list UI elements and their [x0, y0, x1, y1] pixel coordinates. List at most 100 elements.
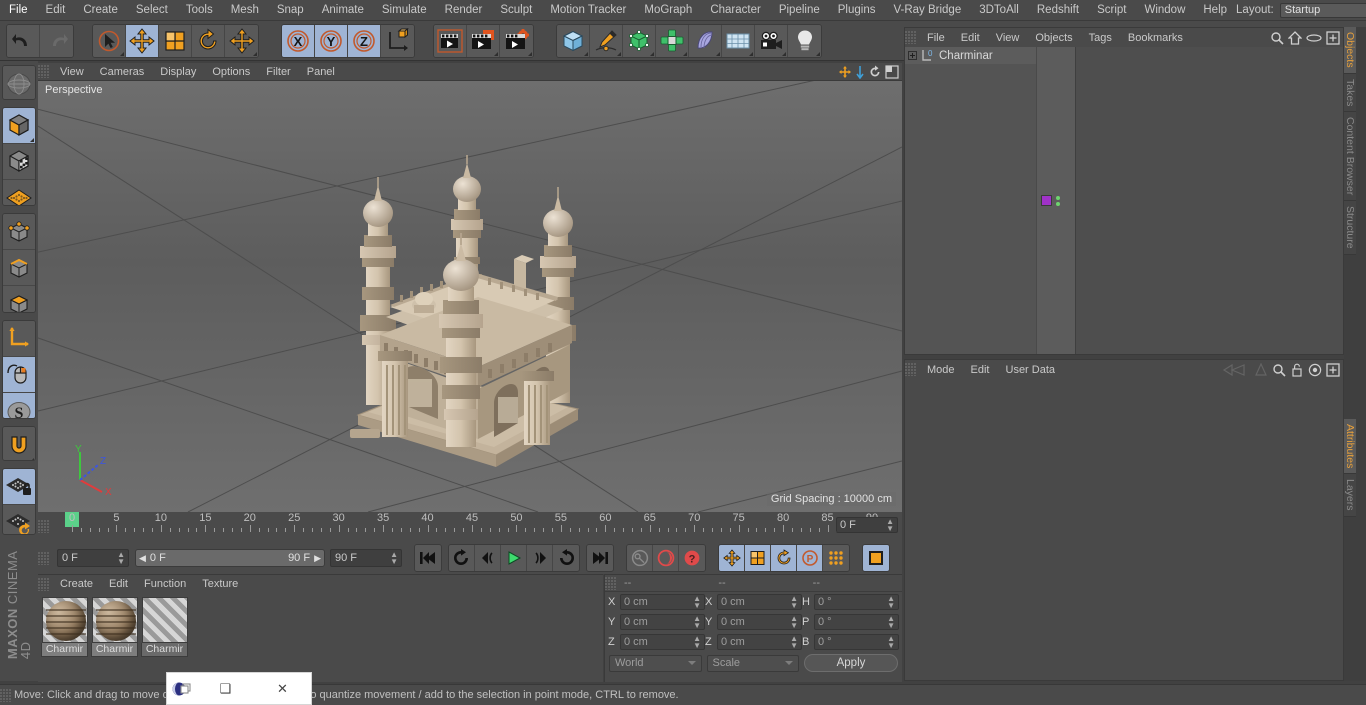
object-menu-edit[interactable]: Edit [953, 28, 988, 47]
world-object-axis-button[interactable] [381, 24, 414, 57]
3d-viewport[interactable]: Perspective Y X Z Grid Spacing: 10000 c… [38, 81, 902, 512]
spinner-arrows-icon[interactable]: ▲ ▼ [693, 595, 701, 610]
object-row-charminar[interactable]: 0 Charminar [905, 47, 1036, 64]
mograph-cloner-button[interactable] [656, 24, 689, 57]
workplane-mode-button[interactable] [3, 179, 35, 206]
current-frame-field[interactable]: 0 F ▲ ▼ [57, 549, 129, 567]
menu-sculpt[interactable]: Sculpt [491, 0, 541, 20]
range-left-arrow-icon[interactable]: ◀ [139, 553, 146, 564]
panel-grip[interactable] [905, 363, 916, 376]
menu-plugins[interactable]: Plugins [829, 0, 885, 20]
tab-structure[interactable]: Structure [1344, 201, 1356, 255]
live-selection-tool-button[interactable] [93, 24, 126, 57]
undo-button[interactable] [7, 24, 40, 57]
material-preview[interactable] [91, 597, 138, 643]
attribute-menu-mode[interactable]: Mode [919, 360, 963, 379]
menu-window[interactable]: Window [1135, 0, 1194, 20]
scale-key-toggle[interactable] [745, 545, 771, 571]
play-forward-button[interactable] [501, 545, 527, 571]
maximize-button[interactable]: ❑ [197, 681, 254, 697]
object-menu-objects[interactable]: Objects [1027, 28, 1080, 47]
viewport-menu-options[interactable]: Options [204, 63, 258, 80]
spline-pen-button[interactable] [590, 24, 623, 57]
light-object-button[interactable] [788, 24, 821, 57]
panel-grip[interactable] [0, 688, 11, 702]
position-x-input[interactable]: 0 cm ▲ ▼ [620, 594, 705, 610]
position-z-input[interactable]: 0 cm ▲ ▼ [620, 634, 705, 650]
coordinate-system-dropdown[interactable]: World [609, 654, 702, 672]
preview-range-slider[interactable]: ◀ 0 F 90 F ▶ [135, 549, 325, 567]
menu-character[interactable]: Character [701, 0, 770, 20]
menu-file[interactable]: File [0, 0, 37, 20]
scale-panel-icon[interactable] [855, 65, 865, 79]
menu-snap[interactable]: Snap [268, 0, 313, 20]
viewport-menu-filter[interactable]: Filter [258, 63, 298, 80]
expand-collapse-icon[interactable] [908, 51, 917, 60]
menu-edit[interactable]: Edit [37, 0, 75, 20]
scale-tool-button[interactable] [159, 24, 192, 57]
loop-playback-button[interactable] [553, 545, 579, 571]
axis-x-button[interactable]: X [282, 24, 315, 57]
size-z-input[interactable]: 0 cm ▲ ▼ [717, 634, 802, 650]
camera-object-button[interactable] [755, 24, 788, 57]
point-level-animation-toggle[interactable] [823, 545, 849, 571]
spinner-arrows-icon[interactable]: ▲ ▼ [693, 635, 701, 650]
timeline-current-frame-field[interactable]: 0 F ▲ ▼ [836, 517, 898, 533]
enable-axis-button[interactable] [3, 356, 35, 393]
planar-workplane-button[interactable] [3, 504, 35, 534]
model-mode-button[interactable] [3, 107, 35, 144]
axis-z-button[interactable]: Z [348, 24, 381, 57]
menu-simulate[interactable]: Simulate [373, 0, 436, 20]
panel-grip[interactable] [38, 577, 49, 591]
max-frame-field[interactable]: 90 F ▲ ▼ [330, 549, 402, 567]
move-tool-button[interactable] [126, 24, 159, 57]
material-preview[interactable] [141, 597, 188, 643]
object-menu-view[interactable]: View [988, 28, 1028, 47]
spinner-arrows-icon[interactable]: ▲ ▼ [887, 595, 895, 610]
soft-selection-button[interactable]: S [3, 392, 35, 419]
eye-icon[interactable] [1306, 31, 1322, 45]
menu-script[interactable]: Script [1088, 0, 1135, 20]
rotation-p-input[interactable]: 0 ° ▲ ▼ [814, 614, 899, 630]
object-menu-bookmarks[interactable]: Bookmarks [1120, 28, 1191, 47]
range-right-arrow-icon[interactable]: ▶ [314, 553, 321, 564]
search-icon[interactable] [1270, 31, 1284, 45]
tab-objects[interactable]: Objects [1344, 27, 1356, 74]
search-icon[interactable] [1272, 363, 1286, 377]
texture-mode-button[interactable] [3, 143, 35, 180]
go-to-end-button[interactable] [587, 545, 613, 571]
panel-grip[interactable] [38, 520, 49, 533]
step-forward-button[interactable] [527, 545, 553, 571]
deformer-button[interactable] [689, 24, 722, 57]
attribute-menu-user-data[interactable]: User Data [998, 360, 1064, 379]
spinner-arrows-icon[interactable]: ▲ ▼ [887, 635, 895, 650]
home-icon[interactable] [1288, 30, 1302, 45]
tag-dots-icon[interactable] [1056, 195, 1060, 206]
material-menu-create[interactable]: Create [52, 575, 101, 593]
menu-create[interactable]: Create [74, 0, 127, 20]
maximize-viewport-icon[interactable] [885, 64, 899, 79]
spinner-arrows-icon[interactable]: ▲ ▼ [790, 615, 798, 630]
menu-help[interactable]: Help [1194, 0, 1236, 20]
history-forward-icon[interactable] [1254, 362, 1268, 377]
make-editable-button[interactable] [3, 66, 35, 99]
rotation-key-toggle[interactable] [771, 545, 797, 571]
scene-floor-button[interactable] [722, 24, 755, 57]
play-backwards-button[interactable] [449, 545, 475, 571]
viewport-menu-view[interactable]: View [52, 63, 92, 80]
spinner-arrows-icon[interactable]: ▲ ▼ [790, 595, 798, 610]
object-menu-tags[interactable]: Tags [1081, 28, 1120, 47]
record-active-objects-button[interactable] [627, 545, 653, 571]
panel-grip[interactable] [605, 576, 616, 590]
points-mode-button[interactable] [3, 214, 35, 251]
menu-v-ray-bridge[interactable]: V-Ray Bridge [884, 0, 970, 20]
material-item[interactable]: Charmir [91, 597, 138, 657]
panel-grip[interactable] [38, 65, 49, 78]
viewport-menu-panel[interactable]: Panel [299, 63, 343, 80]
position-key-toggle[interactable] [719, 545, 745, 571]
lock-workplane-button[interactable] [3, 468, 35, 505]
render-picture-viewer-button[interactable] [467, 24, 500, 57]
timeline-mode-button[interactable] [863, 545, 889, 571]
close-button[interactable]: ✕ [254, 681, 311, 697]
step-back-button[interactable] [475, 545, 501, 571]
